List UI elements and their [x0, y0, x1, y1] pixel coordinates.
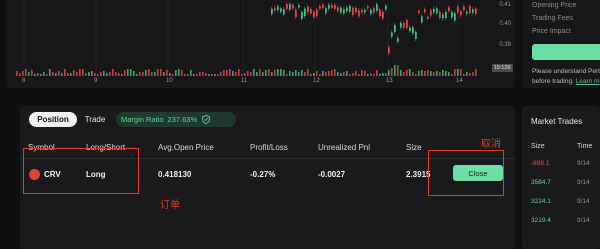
- learn-more-link[interactable]: Learn m: [576, 78, 600, 85]
- position-avg-open-price: 0.418130: [158, 170, 192, 179]
- trade-row-time: 9/14: [577, 160, 590, 167]
- date-tick: 10: [166, 78, 173, 84]
- opening-price-label: Opening Price: [532, 2, 577, 9]
- disclaimer-text: Please understand Pert: [532, 68, 600, 75]
- tab-position[interactable]: Position: [29, 112, 77, 127]
- col-profit-loss: Profit/Loss: [250, 143, 288, 152]
- date-tick: 14: [456, 78, 463, 84]
- trade-row-size: -898.1: [531, 160, 550, 167]
- col-trade-time: Time: [577, 143, 593, 150]
- price-tick: 0.40: [499, 21, 511, 27]
- cancel-annotation: 取消: [481, 139, 501, 150]
- order-info-panel: Opening Price Trading Fees Price Impact …: [522, 0, 600, 88]
- date-tick: 13: [386, 78, 393, 84]
- market-trades-panel: Market Trades Size Time -898.1 9/14 3584.7…: [522, 106, 600, 249]
- order-highlight-box: [23, 148, 139, 194]
- trade-row-time: 9/14: [577, 179, 590, 186]
- date-tick: 8: [22, 78, 26, 84]
- position-profit-loss: -0.27%: [250, 170, 276, 179]
- trade-row-size: 3224.1: [531, 198, 551, 205]
- price-tick: 0.39: [499, 42, 511, 48]
- order-annotation: 订单: [160, 200, 180, 211]
- shield-icon[interactable]: [202, 115, 210, 124]
- date-tick: 9: [94, 78, 98, 84]
- margin-ratio-label: Margin Ratio: [121, 115, 164, 124]
- volume-tag: 19:12K: [491, 64, 513, 72]
- disclaimer-text-2: before trading. Learn m: [532, 78, 600, 85]
- market-trades-title: Market Trades: [531, 117, 583, 126]
- disclaimer-prefix: before trading.: [532, 78, 574, 85]
- trade-row-size: 3219.4: [531, 217, 551, 224]
- col-unrealized-pnl: Unrealized Pnl: [318, 143, 371, 152]
- margin-ratio-value: 237.63%: [167, 115, 198, 124]
- col-trade-size: Size: [531, 143, 545, 150]
- candlestick-chart: [16, 0, 477, 76]
- open-position-button[interactable]: [532, 44, 600, 60]
- cancel-highlight-box: [428, 150, 504, 196]
- date-tick: 12: [313, 78, 320, 84]
- trading-fees-label: Trading Fees: [532, 15, 573, 22]
- col-avg-open-price: Avg.Open Price: [158, 143, 214, 152]
- col-size: Size: [406, 143, 422, 152]
- trade-row-size: 3584.7: [531, 179, 551, 186]
- price-impact-label: Price Impact: [532, 28, 571, 35]
- price-tick: 0.41: [499, 2, 511, 8]
- tab-trade[interactable]: Trade: [80, 112, 110, 127]
- position-unrealized-pnl: -0.0027: [318, 170, 346, 179]
- position-size: 2.3915: [406, 170, 431, 179]
- margin-ratio-badge: Margin Ratio 237.63%: [116, 112, 236, 127]
- trade-row-time: 9/14: [577, 198, 590, 205]
- price-chart[interactable]: 0.41 0.40 0.39 19:12K 8 9 10 11 12 13 14: [6, 0, 515, 88]
- date-tick: 11: [241, 78, 248, 84]
- trade-row-time: 9/14: [577, 217, 590, 224]
